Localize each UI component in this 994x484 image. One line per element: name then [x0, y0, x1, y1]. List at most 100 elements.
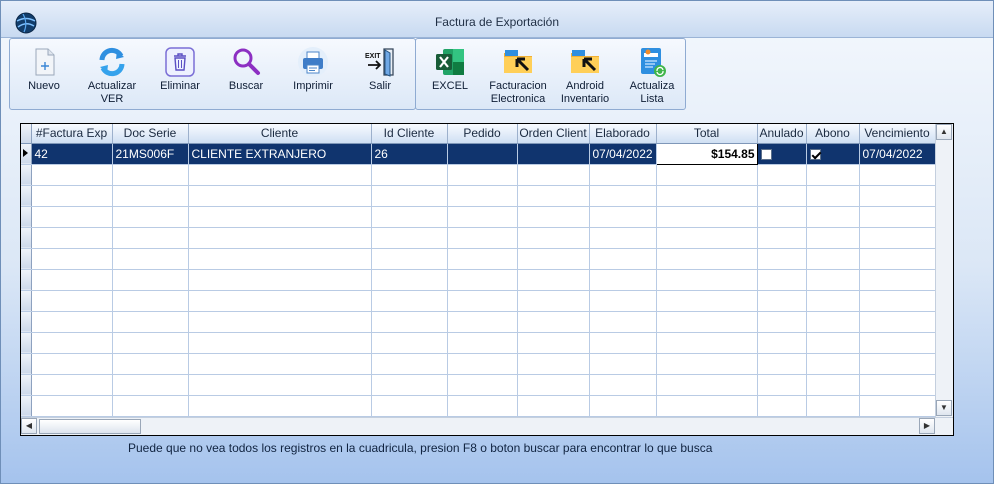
empty-cell[interactable] [517, 248, 590, 270]
empty-cell[interactable] [656, 332, 758, 354]
empty-cell[interactable] [656, 164, 758, 186]
empty-cell[interactable] [757, 206, 807, 228]
cell-pedido[interactable] [447, 143, 518, 165]
col-header-pedido[interactable]: Pedido [447, 124, 518, 144]
col-header-orden-client[interactable]: Orden Client [517, 124, 590, 144]
cell-cliente[interactable]: CLIENTE EXTRANJERO [188, 143, 372, 165]
table-row[interactable] [21, 311, 936, 333]
col-header-anulado[interactable]: Anulado [757, 124, 807, 144]
empty-cell[interactable] [447, 248, 518, 270]
scroll-up-button[interactable]: ▲ [936, 124, 952, 140]
invoice-grid[interactable]: #Factura Exp Doc Serie Cliente Id Client… [20, 123, 954, 436]
empty-cell[interactable] [112, 185, 189, 207]
empty-cell[interactable] [112, 395, 189, 417]
table-row[interactable] [21, 227, 936, 249]
empty-cell[interactable] [859, 332, 936, 354]
col-header-elaborado[interactable]: Elaborado [589, 124, 657, 144]
empty-cell[interactable] [371, 290, 448, 312]
empty-cell[interactable] [806, 290, 860, 312]
table-row[interactable] [21, 248, 936, 270]
empty-cell[interactable] [859, 311, 936, 333]
empty-cell[interactable] [517, 374, 590, 396]
empty-cell[interactable] [517, 185, 590, 207]
empty-cell[interactable] [371, 374, 448, 396]
table-row[interactable] [21, 206, 936, 228]
empty-cell[interactable] [806, 248, 860, 270]
empty-cell[interactable] [447, 374, 518, 396]
cell-orden-client[interactable] [517, 143, 590, 165]
table-row[interactable] [21, 353, 936, 375]
empty-cell[interactable] [188, 164, 372, 186]
anulado-checkbox[interactable] [760, 148, 772, 160]
empty-cell[interactable] [589, 290, 657, 312]
new-button[interactable]: Nuevo [18, 39, 70, 109]
empty-cell[interactable] [447, 269, 518, 291]
android-inventory-button[interactable]: Android Inventario [556, 39, 614, 109]
cell-doc-serie[interactable]: 21MS006F [112, 143, 189, 165]
empty-cell[interactable] [31, 332, 113, 354]
empty-cell[interactable] [517, 311, 590, 333]
empty-cell[interactable] [371, 332, 448, 354]
empty-cell[interactable] [31, 374, 113, 396]
empty-cell[interactable] [806, 227, 860, 249]
search-button[interactable]: Buscar [221, 39, 271, 109]
empty-cell[interactable] [371, 269, 448, 291]
empty-cell[interactable] [589, 311, 657, 333]
cell-factura[interactable]: 42 [31, 143, 113, 165]
empty-cell[interactable] [656, 248, 758, 270]
empty-cell[interactable] [589, 395, 657, 417]
empty-cell[interactable] [112, 206, 189, 228]
col-header-vencimiento[interactable]: Vencimiento [859, 124, 936, 144]
empty-cell[interactable] [31, 206, 113, 228]
empty-cell[interactable] [656, 227, 758, 249]
empty-cell[interactable] [517, 269, 590, 291]
empty-cell[interactable] [656, 395, 758, 417]
print-button[interactable]: Imprimir [287, 39, 339, 109]
table-row[interactable] [21, 164, 936, 186]
empty-cell[interactable] [31, 353, 113, 375]
empty-cell[interactable] [371, 164, 448, 186]
empty-cell[interactable] [112, 164, 189, 186]
exit-button[interactable]: EXIT Salir [355, 39, 405, 109]
empty-cell[interactable] [447, 311, 518, 333]
scroll-down-button[interactable]: ▼ [936, 400, 952, 416]
empty-cell[interactable] [371, 227, 448, 249]
empty-cell[interactable] [112, 332, 189, 354]
empty-cell[interactable] [112, 227, 189, 249]
empty-cell[interactable] [859, 269, 936, 291]
empty-cell[interactable] [188, 206, 372, 228]
empty-cell[interactable] [112, 290, 189, 312]
empty-cell[interactable] [859, 164, 936, 186]
horizontal-scroll-thumb[interactable] [39, 419, 141, 434]
empty-cell[interactable] [806, 374, 860, 396]
table-row[interactable] [21, 185, 936, 207]
empty-cell[interactable] [112, 248, 189, 270]
empty-cell[interactable] [589, 269, 657, 291]
empty-cell[interactable] [31, 248, 113, 270]
empty-cell[interactable] [806, 269, 860, 291]
empty-cell[interactable] [859, 374, 936, 396]
empty-cell[interactable] [757, 353, 807, 375]
empty-cell[interactable] [589, 227, 657, 249]
empty-cell[interactable] [757, 311, 807, 333]
empty-cell[interactable] [447, 395, 518, 417]
empty-cell[interactable] [371, 395, 448, 417]
empty-cell[interactable] [517, 164, 590, 186]
empty-cell[interactable] [517, 332, 590, 354]
scroll-left-button[interactable]: ◀ [21, 418, 37, 434]
empty-cell[interactable] [371, 311, 448, 333]
cell-elaborado[interactable]: 07/04/2022 [589, 143, 657, 165]
empty-cell[interactable] [656, 206, 758, 228]
empty-cell[interactable] [31, 164, 113, 186]
empty-cell[interactable] [447, 206, 518, 228]
empty-cell[interactable] [589, 164, 657, 186]
empty-cell[interactable] [859, 395, 936, 417]
update-list-button[interactable]: Actualiza Lista [624, 39, 680, 109]
empty-cell[interactable] [757, 227, 807, 249]
empty-cell[interactable] [656, 185, 758, 207]
col-header-abono[interactable]: Abono [806, 124, 860, 144]
empty-cell[interactable] [188, 227, 372, 249]
empty-cell[interactable] [447, 164, 518, 186]
empty-cell[interactable] [517, 395, 590, 417]
empty-cell[interactable] [517, 206, 590, 228]
